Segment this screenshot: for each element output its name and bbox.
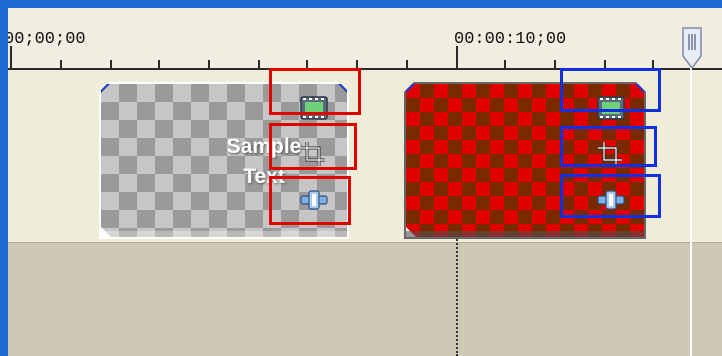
ruler-tick: [504, 60, 506, 68]
highlight-box-event-fx: [269, 68, 361, 115]
ruler-tick: [306, 60, 308, 68]
highlight-box-pan-crop: [269, 123, 357, 170]
highlight-box-generator: [269, 176, 351, 225]
ruler-tick: [158, 60, 160, 68]
ruler-tick: [652, 60, 654, 68]
ruler-tick: [406, 60, 408, 68]
empty-track-area[interactable]: [8, 242, 722, 356]
ruler-tick: [208, 60, 210, 68]
playhead-marker-icon[interactable]: [680, 26, 704, 70]
ruler-tick: [110, 60, 112, 68]
ruler-time-start: 00;00;00: [8, 30, 86, 49]
ruler-tick: [356, 60, 358, 68]
ruler-tick: [258, 60, 260, 68]
ruler-tick: [604, 60, 606, 68]
ruler-tick: [60, 60, 62, 68]
ruler-tick: [456, 46, 458, 68]
ruler-tick: [10, 46, 12, 68]
ruler-time-mark: 00:00:10;00: [454, 30, 567, 49]
playhead-line: [690, 68, 692, 356]
ruler-tick: [554, 60, 556, 68]
time-ruler[interactable]: 00;00;00 00:00:10;00: [8, 8, 722, 73]
highlight-box-pan-crop: [560, 126, 657, 167]
timeline-window: 00;00;00 00:00:10;00 Sample Text: [8, 8, 722, 356]
clip-bottom-bar: [406, 231, 644, 237]
highlight-box-generator: [560, 174, 661, 218]
clip-bottom-bar: [101, 231, 347, 237]
highlight-box-event-fx: [560, 68, 661, 112]
